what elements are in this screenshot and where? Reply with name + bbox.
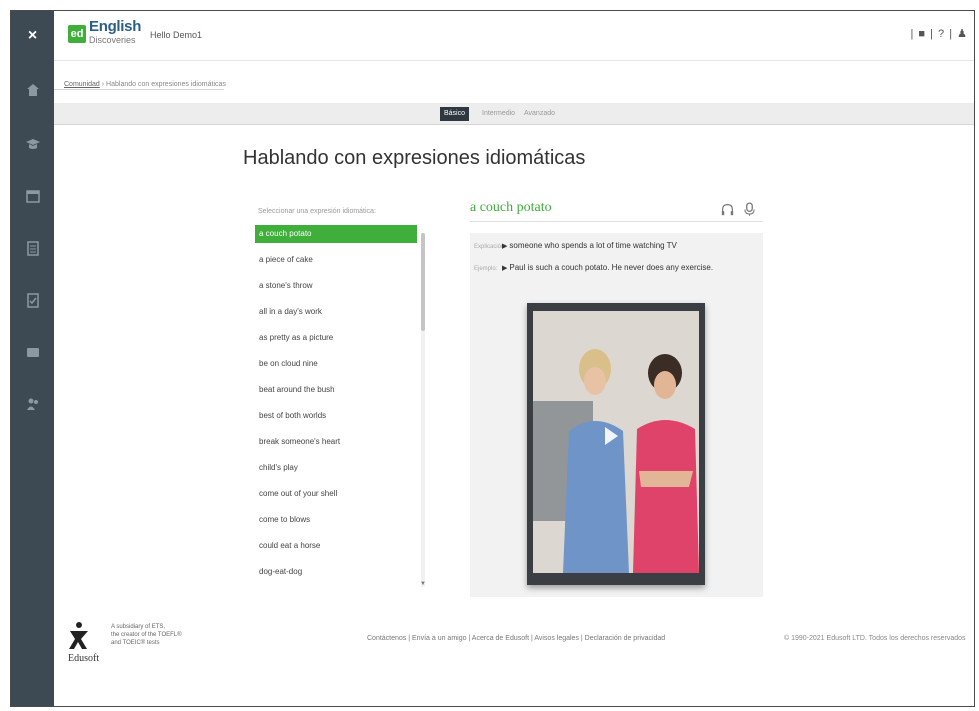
page-title: Hablando con expresiones idiomáticas — [243, 147, 586, 169]
footer-sub-line: A subsidiary of ETS, — [111, 624, 166, 630]
idiom-item[interactable]: as pretty as a picture — [255, 329, 417, 355]
footer-subsidiary-text: A subsidiary of ETS, the creator of the … — [111, 623, 191, 647]
scroll-thumb[interactable] — [421, 233, 425, 331]
idiom-list: a couch potato a piece of cake a stone's… — [255, 225, 417, 590]
idiom-item[interactable]: beat around the bush — [255, 381, 417, 407]
level-tabs: Básico Intermedio Avanzado — [54, 103, 974, 125]
scroll-down-icon[interactable]: ▼ — [420, 581, 426, 587]
greeting: Hello Demo1 — [150, 30, 203, 40]
edusoft-brand: Edusoft — [68, 653, 100, 664]
definition-panel: Explicación:▶ someone who spends a lot of… — [470, 233, 763, 597]
video-thumbnail — [533, 311, 699, 573]
play-arrow-icon[interactable]: ▶ — [502, 243, 507, 250]
play-arrow-icon[interactable]: ▶ — [502, 265, 507, 272]
idiom-item[interactable]: could eat a horse — [255, 537, 417, 563]
explanation-row: Explicación:▶ someone who spends a lot of… — [474, 241, 677, 250]
idiom-list-scrollbar[interactable] — [421, 233, 425, 587]
audio-controls — [720, 201, 756, 217]
idiom-item[interactable]: a couch potato — [255, 225, 417, 243]
idiom-item[interactable]: all in a day's work — [255, 303, 417, 329]
logo-subtitle: Discoveries — [89, 35, 136, 45]
tab-intermedio[interactable]: Intermedio — [478, 107, 519, 121]
education-icon[interactable] — [11, 129, 54, 159]
video-player[interactable] — [527, 303, 705, 585]
example-label: Ejemplo: — [474, 266, 498, 272]
explanation-label: Explicación: — [474, 244, 507, 250]
example-text: Paul is such a couch potato. He never do… — [509, 263, 714, 272]
tab-avanzado[interactable]: Avanzado — [520, 107, 559, 121]
logo-badge: ed — [68, 24, 86, 43]
idiom-item[interactable]: a piece of cake — [255, 251, 417, 277]
breadcrumb: Comunidad › Hablando con expresiones idi… — [64, 81, 226, 88]
footer-sub-line: and TOEIC® tests — [111, 640, 160, 646]
idiom-item[interactable]: break someone's heart — [255, 433, 417, 459]
community-icon[interactable] — [11, 389, 54, 419]
example-row: Ejemplo: ▶ Paul is such a couch potato. He… — [474, 263, 713, 272]
idiom-select-label: Seleccionar una expresión idiomática: — [258, 208, 376, 215]
play-icon[interactable] — [605, 427, 618, 445]
close-sidebar-button[interactable]: × — [11, 11, 54, 61]
idiom-item[interactable]: best of both worlds — [255, 407, 417, 433]
assessment-icon[interactable] — [11, 285, 54, 315]
clipboard-icon[interactable] — [11, 233, 54, 263]
copyright: © 1990-2021 Edusoft LTD. Todos los derec… — [784, 635, 966, 642]
idiom-item[interactable]: dog-eat-dog — [255, 563, 417, 589]
headphones-icon[interactable] — [720, 201, 734, 217]
footer-sub-line: the creator of the TOEFL® — [111, 632, 182, 638]
tab-basico[interactable]: Básico — [440, 107, 470, 121]
footer-links[interactable]: Contáctenos | Envía a un amigo | Acerca … — [367, 635, 665, 642]
breadcrumb-link-community[interactable]: Comunidad — [64, 81, 100, 88]
breadcrumb-current: Hablando con expresiones idiomáticas — [106, 81, 226, 88]
idiom-item[interactable]: come out of your shell — [255, 485, 417, 511]
english-discoveries-logo[interactable]: ed English Discoveries — [68, 18, 142, 46]
edusoft-logo-icon — [68, 621, 90, 656]
detail-divider — [470, 221, 763, 222]
calendar-icon[interactable] — [11, 181, 54, 211]
explanation-text: someone who spends a lot of time watchin… — [509, 241, 677, 250]
sidebar: × — [11, 11, 54, 706]
idiom-item[interactable]: child's play — [255, 459, 417, 485]
selected-idiom-title: a couch potato — [470, 200, 552, 215]
top-header: ed English Discoveries Hello Demo1 | ■ |… — [54, 11, 974, 61]
idiom-item[interactable]: a stone's throw — [255, 277, 417, 303]
microphone-icon[interactable] — [742, 201, 756, 217]
header-icons[interactable]: | ■ | ? | ♟ — [911, 27, 968, 40]
home-icon[interactable] — [11, 75, 54, 105]
app-window: × ed English Discoveries Hello Demo1 | ■… — [10, 10, 975, 707]
message-icon[interactable] — [11, 337, 54, 367]
idiom-item[interactable]: be on cloud nine — [255, 355, 417, 381]
idiom-item[interactable]: come to blows — [255, 511, 417, 537]
breadcrumb-divider — [54, 89, 224, 90]
logo-title: English — [89, 18, 142, 35]
